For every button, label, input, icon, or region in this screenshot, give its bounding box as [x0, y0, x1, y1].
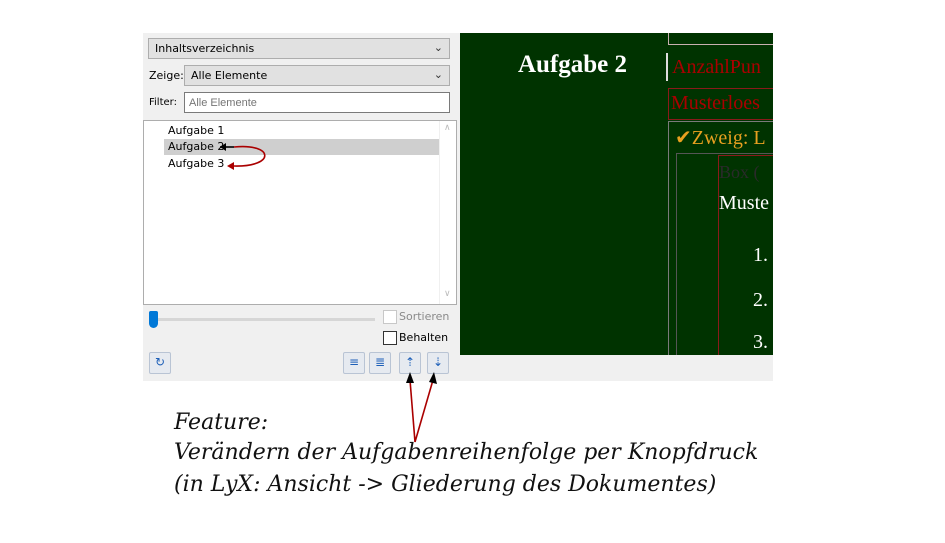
level-down-button[interactable]: ≣: [369, 352, 391, 374]
chevron-down-icon: ⌄: [433, 41, 443, 54]
caption-title: Feature:: [174, 410, 269, 435]
box-top: [668, 33, 773, 45]
filter-label: Filter:: [149, 97, 177, 108]
zeige-label: Zeige:: [149, 69, 184, 82]
scroll-down-icon[interactable]: ∨: [444, 289, 451, 299]
caption-description: Verändern der Aufgabenreihenfolge per Kn…: [174, 440, 759, 465]
scroll-up-icon[interactable]: ∧: [444, 123, 451, 133]
muster-text: Muste: [719, 192, 769, 214]
list-item: 3.: [753, 331, 768, 353]
field-anzahl[interactable]: AnzahlPun: [668, 53, 773, 83]
chevron-down-icon: ⌄: [433, 68, 443, 81]
caption-note: (in LyX: Ansicht -> Gliederung des Dokum…: [174, 472, 717, 497]
refresh-button[interactable]: ↻: [149, 352, 171, 374]
document-view[interactable]: Aufgabe 2 AnzahlPun Musterloes ✔Zweig: L…: [460, 33, 773, 355]
caption-arrow-annotation: [406, 372, 437, 443]
move-up-icon: ⇡: [404, 355, 416, 369]
tree-scrollbar[interactable]: ∧ ∨: [439, 121, 456, 304]
level-down-icon: ≣: [374, 355, 386, 369]
sortieren-checkbox[interactable]: [383, 310, 397, 324]
branch-label: Zweig: L: [691, 127, 766, 149]
toc-type-value: Inhaltsverzeichnis: [155, 42, 255, 55]
behalten-label: Behalten: [399, 331, 449, 344]
reorder-arrow-annotation: [220, 143, 266, 170]
filter-input[interactable]: [184, 92, 450, 113]
box-inset[interactable]: Box ( Muste 1. 2. 3.: [718, 155, 773, 355]
list-item: 1.: [753, 244, 768, 266]
checkmark-icon: ✔: [675, 127, 692, 149]
refresh-icon: ↻: [154, 355, 166, 369]
box-label: Box (: [719, 162, 760, 182]
sortieren-label: Sortieren: [399, 310, 450, 323]
outline-panel: Inhaltsverzeichnis ⌄ Zeige: Alle Element…: [143, 33, 460, 381]
section-heading: Aufgabe 2: [518, 51, 628, 78]
move-down-icon: ⇣: [432, 355, 444, 369]
level-up-button[interactable]: ≡: [343, 352, 365, 374]
behalten-checkbox[interactable]: [383, 331, 397, 345]
list-item: 2.: [753, 289, 768, 311]
tree-item-aufgabe-2[interactable]: Aufgabe 2: [164, 139, 444, 155]
depth-slider-handle[interactable]: [149, 311, 158, 328]
level-up-icon: ≡: [348, 355, 360, 369]
depth-slider-track[interactable]: [153, 318, 375, 321]
zeige-value: Alle Elemente: [191, 69, 268, 82]
field-musterloesung[interactable]: Musterloes: [668, 88, 773, 120]
document-status-area: [460, 355, 773, 381]
toc-tree[interactable]: Aufgabe 1 Aufgabe 2 Aufgabe 3 ∧ ∨: [143, 120, 457, 305]
zeige-combo[interactable]: Alle Elemente ⌄: [184, 65, 450, 86]
toc-type-combo[interactable]: Inhaltsverzeichnis ⌄: [148, 38, 450, 59]
